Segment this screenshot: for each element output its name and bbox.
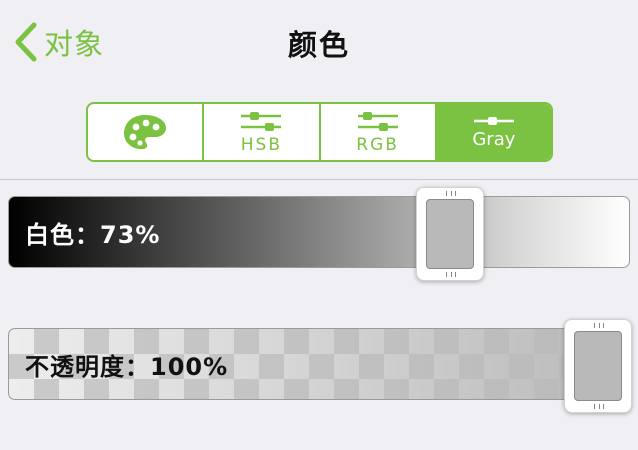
navigation-bar: 对象 颜色 xyxy=(0,0,638,82)
white-slider-label: 白色：73% xyxy=(25,220,161,249)
sliders-icon xyxy=(357,111,398,131)
tab-gray[interactable]: Gray xyxy=(436,104,551,160)
thumb-swatch xyxy=(426,199,474,269)
page-title: 颜色 xyxy=(287,28,350,62)
tab-gray-label: Gray xyxy=(472,129,516,150)
tab-hsb[interactable]: HSB xyxy=(204,104,321,160)
divider xyxy=(0,179,638,180)
opacity-slider-thumb[interactable] xyxy=(564,319,632,413)
palette-icon xyxy=(124,115,167,150)
tab-rgb-label: RGB xyxy=(356,134,399,155)
opacity-slider-track[interactable]: 不透明度：100% xyxy=(8,328,630,400)
tab-hsb-label: HSB xyxy=(240,134,282,155)
grip-icon xyxy=(446,191,456,196)
grip-icon xyxy=(446,272,456,277)
white-slider-track[interactable]: 白色：73% xyxy=(8,196,630,268)
grip-icon xyxy=(594,323,604,328)
thumb-swatch xyxy=(574,331,622,401)
white-slider-thumb[interactable] xyxy=(416,187,484,281)
tab-palette[interactable] xyxy=(88,104,205,160)
grip-icon xyxy=(594,404,604,409)
opacity-slider-label: 不透明度：100% xyxy=(25,352,229,381)
tab-rgb[interactable]: RGB xyxy=(321,104,437,160)
slider-icon xyxy=(473,117,514,125)
color-mode-segmented-control: HSB RGB Gray xyxy=(86,102,553,162)
sliders-icon xyxy=(241,111,282,131)
